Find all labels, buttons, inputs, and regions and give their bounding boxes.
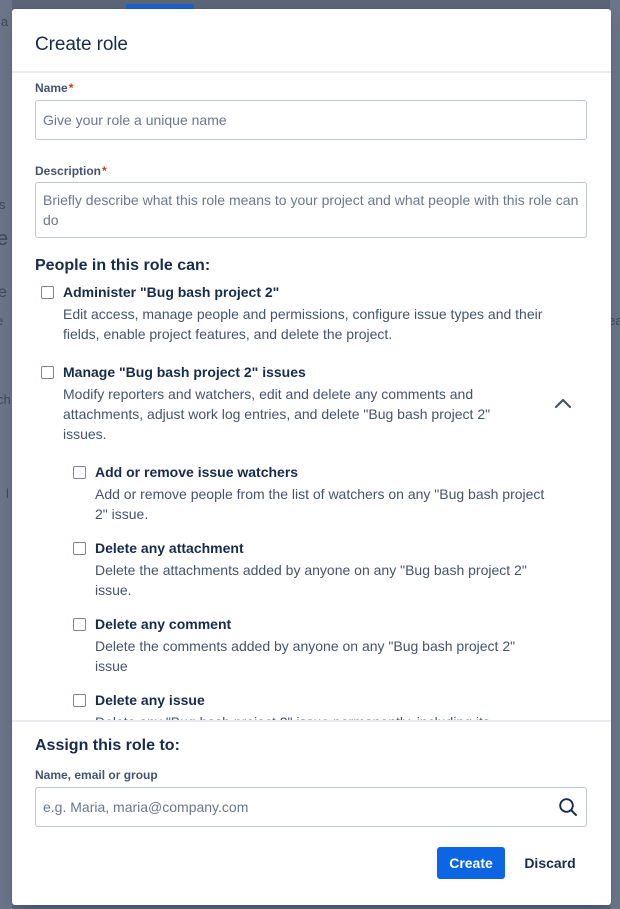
dialog-header: Create role [12,9,611,72]
background-text: e [0,313,3,328]
description-label: Description* [35,164,107,178]
create-button[interactable]: Create [437,847,505,879]
search-icon[interactable] [558,797,578,817]
permission-delete-issue: Delete any issue Delete any "Bug bash pr… [12,689,611,720]
background-right-strip [610,0,620,909]
delete-comment-checkbox[interactable] [73,618,86,631]
permission-title: Administer "Bug bash project 2" [63,284,280,300]
permission-watchers: Add or remove issue watchers Add or remo… [12,461,611,522]
background-text: e [0,228,9,250]
permission-description: Delete the attachments added by anyone o… [95,562,527,598]
delete-issue-checkbox[interactable] [73,694,86,707]
permission-delete-attachment: Delete any attachment Delete the attachm… [12,537,611,598]
role-name-input[interactable] [35,100,587,140]
permission-description: Edit access, manage people and permissio… [63,306,543,342]
dialog-body-scroll[interactable]: Name* Description* People in this role c… [12,73,611,720]
footer-divider [12,720,611,722]
background-text: s [0,197,6,212]
delete-attachment-checkbox[interactable] [73,542,86,555]
required-mark: * [68,81,74,95]
watchers-checkbox[interactable] [73,466,86,479]
background-text: ch [0,392,11,407]
permission-title: Delete any comment [95,616,232,632]
assign-search-input[interactable] [35,787,587,827]
role-description-input[interactable] [35,182,587,238]
permissions-heading: People in this role can: [35,257,211,274]
permission-title: Add or remove issue watchers [95,464,299,480]
permission-title: Delete any attachment [95,540,244,556]
assign-search-field [35,787,587,827]
permission-administer: Administer "Bug bash project 2" Edit acc… [12,281,611,342]
required-mark: * [102,164,107,178]
permission-description: Delete the comments added by anyone on a… [95,638,516,674]
permission-description: Add or remove people from the list of wa… [95,486,545,522]
background-text: e [0,284,7,301]
background-text: la [0,14,9,29]
name-label: Name* [35,81,74,95]
permission-title: Manage "Bug bash project 2" issues [63,364,306,380]
permission-manage-issues: Manage "Bug bash project 2" issues Modif… [12,361,611,442]
assign-heading: Assign this role to: [35,737,180,754]
discard-button[interactable]: Discard [514,847,586,879]
create-role-dialog: Create role Name* Description* People in… [12,9,611,905]
permission-title: Delete any issue [95,692,205,708]
permission-description: Modify reporters and watchers, edit and … [63,386,491,442]
assign-field-label: Name, email or group [35,768,158,782]
administer-checkbox[interactable] [41,286,54,299]
manage-issues-checkbox[interactable] [41,366,54,379]
collapse-chevron-up-icon[interactable] [550,392,576,414]
dialog-title: Create role [35,34,128,55]
background-left-strip [0,0,12,909]
background-text: l [6,486,9,501]
permission-delete-comment: Delete any comment Delete the comments a… [12,613,611,674]
permission-description: Delete any "Bug bash project 2" issue pe… [95,712,575,720]
